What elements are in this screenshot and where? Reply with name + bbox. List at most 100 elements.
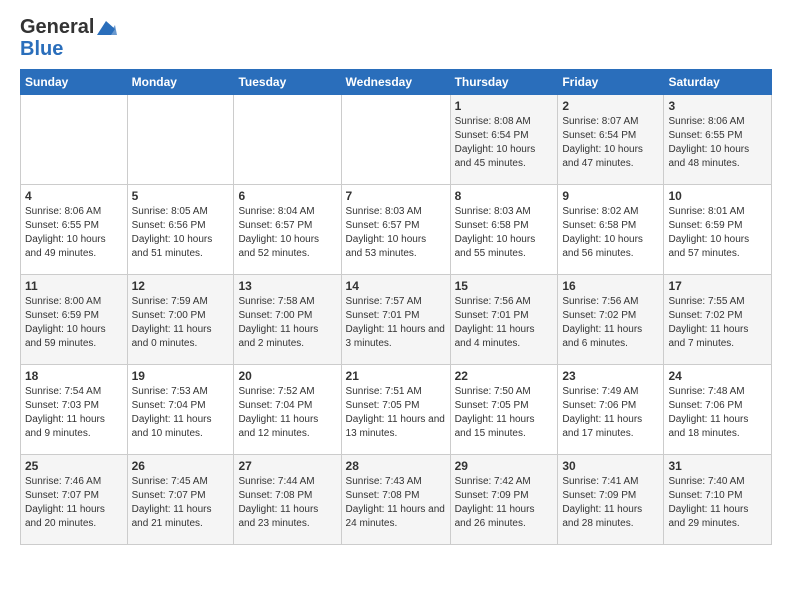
day-info: Sunrise: 7:48 AMSunset: 7:06 PMDaylight:… xyxy=(668,385,767,441)
day-info: Sunrise: 8:00 AMSunset: 6:59 PMDaylight:… xyxy=(25,295,123,351)
day-info: Sunrise: 8:05 AMSunset: 6:56 PMDaylight:… xyxy=(132,205,230,261)
day-info: Sunrise: 7:43 AMSunset: 7:08 PMDaylight:… xyxy=(346,475,446,531)
header-day-friday: Friday xyxy=(558,70,664,95)
calendar-cell: 2 Sunrise: 8:07 AMSunset: 6:54 PMDaylight… xyxy=(558,95,664,185)
week-row-2: 4 Sunrise: 8:06 AMSunset: 6:55 PMDaylight… xyxy=(21,185,772,275)
day-number: 31 xyxy=(668,459,767,473)
day-info: Sunrise: 8:01 AMSunset: 6:59 PMDaylight:… xyxy=(668,205,767,261)
day-number: 13 xyxy=(238,279,336,293)
day-info: Sunrise: 8:02 AMSunset: 6:58 PMDaylight:… xyxy=(562,205,659,261)
day-number: 23 xyxy=(562,369,659,383)
day-number: 16 xyxy=(562,279,659,293)
day-number: 28 xyxy=(346,459,446,473)
day-number: 26 xyxy=(132,459,230,473)
day-number: 22 xyxy=(455,369,554,383)
day-info: Sunrise: 8:08 AMSunset: 6:54 PMDaylight:… xyxy=(455,115,554,171)
day-number: 21 xyxy=(346,369,446,383)
logo-text: General xyxy=(20,16,118,38)
logo-icon xyxy=(95,19,117,37)
day-number: 27 xyxy=(238,459,336,473)
day-number: 15 xyxy=(455,279,554,293)
day-info: Sunrise: 8:03 AMSunset: 6:58 PMDaylight:… xyxy=(455,205,554,261)
calendar-cell: 31 Sunrise: 7:40 AMSunset: 7:10 PMDayligh… xyxy=(664,455,772,545)
calendar-cell: 15 Sunrise: 7:56 AMSunset: 7:01 PMDayligh… xyxy=(450,275,558,365)
week-row-1: 1Sunrise: 8:08 AMSunset: 6:54 PMDaylight… xyxy=(21,95,772,185)
day-number: 3 xyxy=(668,99,767,113)
day-number: 20 xyxy=(238,369,336,383)
day-number: 18 xyxy=(25,369,123,383)
calendar-cell: 16 Sunrise: 7:56 AMSunset: 7:02 PMDayligh… xyxy=(558,275,664,365)
day-info: Sunrise: 8:06 AMSunset: 6:55 PMDaylight:… xyxy=(668,115,767,171)
calendar-cell: 30 Sunrise: 7:41 AMSunset: 7:09 PMDayligh… xyxy=(558,455,664,545)
header-day-saturday: Saturday xyxy=(664,70,772,95)
calendar-cell: 4 Sunrise: 8:06 AMSunset: 6:55 PMDaylight… xyxy=(21,185,128,275)
calendar-cell: 23 Sunrise: 7:49 AMSunset: 7:06 PMDayligh… xyxy=(558,365,664,455)
logo: General Blue xyxy=(20,16,118,61)
calendar-header-row: SundayMondayTuesdayWednesdayThursdayFrid… xyxy=(21,70,772,95)
day-info: Sunrise: 7:51 AMSunset: 7:05 PMDaylight:… xyxy=(346,385,446,441)
calendar-cell: 10Sunrise: 8:01 AMSunset: 6:59 PMDayligh… xyxy=(664,185,772,275)
day-info: Sunrise: 7:52 AMSunset: 7:04 PMDaylight:… xyxy=(238,385,336,441)
day-info: Sunrise: 7:40 AMSunset: 7:10 PMDaylight:… xyxy=(668,475,767,531)
calendar-cell: 1Sunrise: 8:08 AMSunset: 6:54 PMDaylight… xyxy=(450,95,558,185)
header-day-tuesday: Tuesday xyxy=(234,70,341,95)
header-day-thursday: Thursday xyxy=(450,70,558,95)
day-number: 30 xyxy=(562,459,659,473)
calendar-cell xyxy=(127,95,234,185)
calendar-cell: 24 Sunrise: 7:48 AMSunset: 7:06 PMDayligh… xyxy=(664,365,772,455)
calendar-cell: 11 Sunrise: 8:00 AMSunset: 6:59 PMDayligh… xyxy=(21,275,128,365)
calendar-cell: 27 Sunrise: 7:44 AMSunset: 7:08 PMDayligh… xyxy=(234,455,341,545)
day-number: 6 xyxy=(238,189,336,203)
calendar-cell: 17 Sunrise: 7:55 AMSunset: 7:02 PMDayligh… xyxy=(664,275,772,365)
day-info: Sunrise: 8:03 AMSunset: 6:57 PMDaylight:… xyxy=(346,205,446,261)
day-info: Sunrise: 7:54 AMSunset: 7:03 PMDaylight:… xyxy=(25,385,123,441)
day-number: 8 xyxy=(455,189,554,203)
week-row-5: 25Sunrise: 7:46 AMSunset: 7:07 PMDayligh… xyxy=(21,455,772,545)
day-info: Sunrise: 7:56 AMSunset: 7:02 PMDaylight:… xyxy=(562,295,659,351)
calendar-cell: 6Sunrise: 8:04 AMSunset: 6:57 PMDaylight… xyxy=(234,185,341,275)
logo-blue-text: Blue xyxy=(20,38,63,60)
calendar-cell: 26 Sunrise: 7:45 AMSunset: 7:07 PMDayligh… xyxy=(127,455,234,545)
day-number: 29 xyxy=(455,459,554,473)
day-info: Sunrise: 7:59 AMSunset: 7:00 PMDaylight:… xyxy=(132,295,230,351)
day-info: Sunrise: 7:45 AMSunset: 7:07 PMDaylight:… xyxy=(132,475,230,531)
day-info: Sunrise: 7:56 AMSunset: 7:01 PMDaylight:… xyxy=(455,295,554,351)
day-info: Sunrise: 7:49 AMSunset: 7:06 PMDaylight:… xyxy=(562,385,659,441)
calendar-cell: 12 Sunrise: 7:59 AMSunset: 7:00 PMDayligh… xyxy=(127,275,234,365)
day-info: Sunrise: 7:55 AMSunset: 7:02 PMDaylight:… xyxy=(668,295,767,351)
day-number: 9 xyxy=(562,189,659,203)
calendar-cell: 7 Sunrise: 8:03 AMSunset: 6:57 PMDaylight… xyxy=(341,185,450,275)
day-info: Sunrise: 7:57 AMSunset: 7:01 PMDaylight:… xyxy=(346,295,446,351)
header-day-sunday: Sunday xyxy=(21,70,128,95)
day-number: 2 xyxy=(562,99,659,113)
day-number: 4 xyxy=(25,189,123,203)
logo-general: General xyxy=(20,16,94,38)
day-info: Sunrise: 7:41 AMSunset: 7:09 PMDaylight:… xyxy=(562,475,659,531)
calendar-cell: 9 Sunrise: 8:02 AMSunset: 6:58 PMDaylight… xyxy=(558,185,664,275)
header-day-monday: Monday xyxy=(127,70,234,95)
header-day-wednesday: Wednesday xyxy=(341,70,450,95)
calendar-cell: 19Sunrise: 7:53 AMSunset: 7:04 PMDayligh… xyxy=(127,365,234,455)
day-number: 7 xyxy=(346,189,446,203)
day-info: Sunrise: 7:44 AMSunset: 7:08 PMDaylight:… xyxy=(238,475,336,531)
calendar-cell xyxy=(234,95,341,185)
day-number: 12 xyxy=(132,279,230,293)
calendar-cell: 14 Sunrise: 7:57 AMSunset: 7:01 PMDayligh… xyxy=(341,275,450,365)
calendar-cell: 29Sunrise: 7:42 AMSunset: 7:09 PMDayligh… xyxy=(450,455,558,545)
day-number: 25 xyxy=(25,459,123,473)
day-info: Sunrise: 7:50 AMSunset: 7:05 PMDaylight:… xyxy=(455,385,554,441)
day-number: 14 xyxy=(346,279,446,293)
day-number: 17 xyxy=(668,279,767,293)
calendar-cell: 3 Sunrise: 8:06 AMSunset: 6:55 PMDaylight… xyxy=(664,95,772,185)
day-number: 24 xyxy=(668,369,767,383)
day-info: Sunrise: 8:06 AMSunset: 6:55 PMDaylight:… xyxy=(25,205,123,261)
day-info: Sunrise: 8:07 AMSunset: 6:54 PMDaylight:… xyxy=(562,115,659,171)
week-row-3: 11 Sunrise: 8:00 AMSunset: 6:59 PMDayligh… xyxy=(21,275,772,365)
day-number: 11 xyxy=(25,279,123,293)
day-info: Sunrise: 7:53 AMSunset: 7:04 PMDaylight:… xyxy=(132,385,230,441)
calendar-table: SundayMondayTuesdayWednesdayThursdayFrid… xyxy=(20,69,772,545)
calendar-cell: 18 Sunrise: 7:54 AMSunset: 7:03 PMDayligh… xyxy=(21,365,128,455)
calendar-cell: 21 Sunrise: 7:51 AMSunset: 7:05 PMDayligh… xyxy=(341,365,450,455)
day-info: Sunrise: 7:58 AMSunset: 7:00 PMDaylight:… xyxy=(238,295,336,351)
calendar-cell: 8 Sunrise: 8:03 AMSunset: 6:58 PMDaylight… xyxy=(450,185,558,275)
